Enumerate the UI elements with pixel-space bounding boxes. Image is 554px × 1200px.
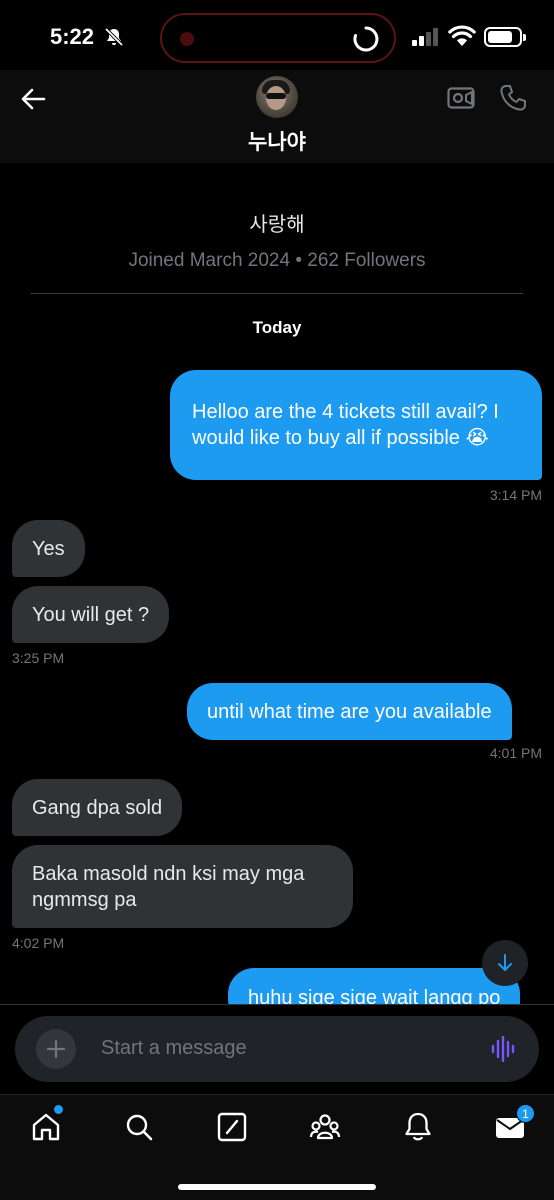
wifi-icon [448,25,476,46]
bell-slash-icon [104,27,124,47]
message-input[interactable]: Start a message [101,1037,247,1060]
search-icon[interactable] [123,1111,155,1143]
scroll-to-bottom-button[interactable] [482,940,528,986]
add-attachment-button[interactable] [36,1029,76,1069]
message-text: until what time are you available [207,700,492,723]
divider [31,293,523,294]
home-icon[interactable] [30,1111,62,1143]
message-bubble-incoming[interactable]: Gang dpa sold [12,779,183,836]
contact-avatar[interactable] [256,76,298,118]
message-composer[interactable]: Start a message [15,1016,539,1082]
conversation-header: 누나야 [0,70,554,163]
status-time: 5:22 [50,24,95,49]
phone-call-icon[interactable] [499,84,527,112]
message-text: Helloo are the 4 tickets still avail? I … [192,401,499,449]
home-notification-dot [54,1105,63,1114]
communities-icon[interactable] [309,1111,341,1143]
grok-icon[interactable] [216,1111,248,1143]
message-timestamp: 4:01 PM [489,745,542,761]
message-bubble-outgoing[interactable]: Helloo are the 4 tickets still avail? I … [170,370,542,480]
recording-dot-icon [180,32,194,46]
voice-message-icon[interactable] [491,1036,517,1062]
status-bar: 5:22 [0,0,554,70]
message-text: Gang dpa sold [32,796,163,819]
message-timestamp: 3:25 PM [12,650,65,666]
battery-icon [484,27,526,47]
arrow-down-icon [498,954,512,971]
message-timestamp: 3:14 PM [489,487,542,503]
message-bubble-incoming[interactable]: Yes [12,520,85,577]
dynamic-island [160,13,396,63]
message-bubble-outgoing[interactable]: until what time are you available [187,683,512,740]
profile-meta: Joined March 2024 • 262 Followers [128,250,426,271]
day-separator: Today [252,318,302,337]
messages-badge: 1 [516,1104,535,1123]
notifications-bell-icon[interactable] [402,1111,434,1143]
plus-icon [47,1040,65,1058]
loading-spinner-icon [353,26,379,52]
back-arrow-icon[interactable] [20,86,46,112]
message-bubble-incoming[interactable]: Baka masold ndn ksi may mga ngmmsg pa [12,845,353,928]
home-indicator [178,1184,376,1190]
message-timestamp: 4:02 PM [12,935,65,951]
message-text: You will get ? [32,603,150,626]
profile-bio: 사랑해 [249,214,305,236]
message-text: Yes [32,537,65,560]
cellular-signal-icon [412,28,438,46]
message-text: Baka masold ndn ksi may mga ngmmsg pa [32,862,305,911]
message-bubble-incoming[interactable]: You will get ? [12,586,170,643]
video-call-icon[interactable] [447,87,475,109]
contact-name[interactable]: 누나야 [0,126,554,156]
